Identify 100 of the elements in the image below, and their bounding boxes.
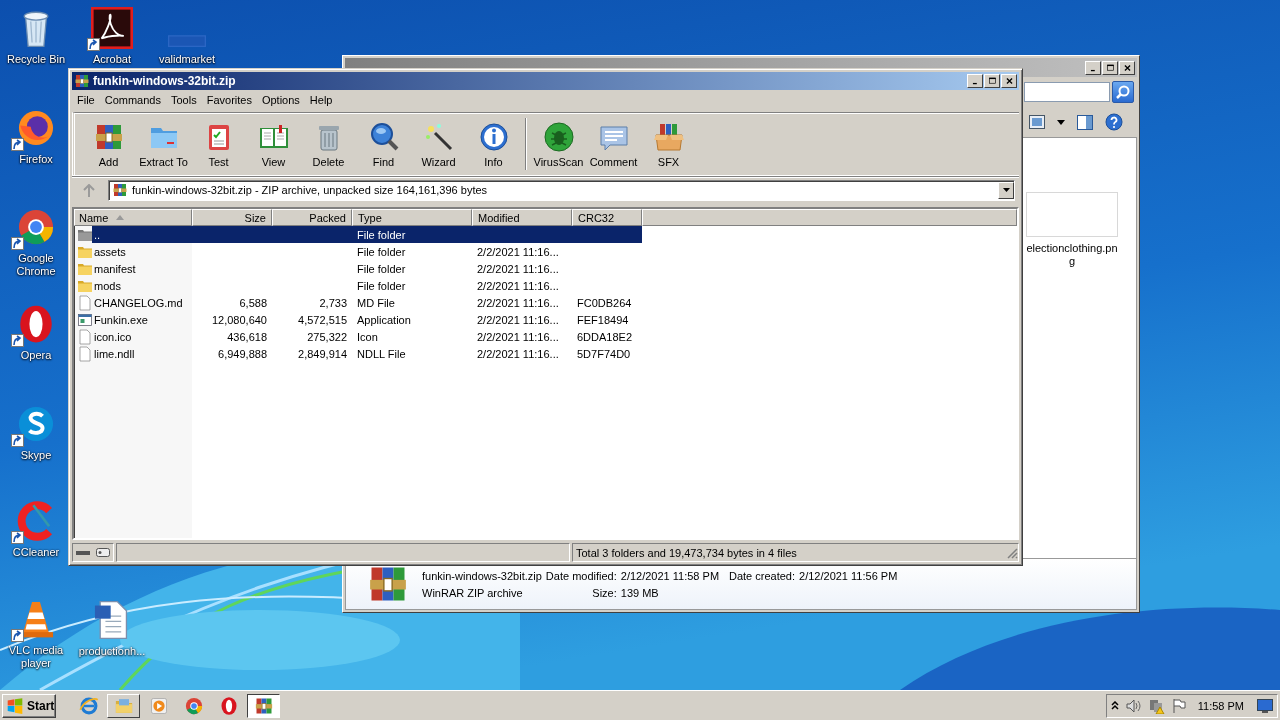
menu-item[interactable]: Options — [256, 94, 305, 106]
menu-item[interactable]: Tools — [166, 94, 202, 106]
table-cell-text: FEF18494 — [576, 312, 630, 328]
column-header[interactable]: CRC32 — [572, 209, 642, 226]
table-cell-text: 2/2/2021 11:16... — [476, 295, 560, 311]
property-label: Size: — [591, 586, 617, 599]
file-name[interactable]: manifest — [92, 260, 192, 277]
desktop-icon-label[interactable]: Acrobat — [93, 53, 131, 66]
toolbar-button[interactable]: Delete — [301, 120, 356, 168]
desktop-icon-label[interactable]: Recycle Bin — [6, 53, 66, 66]
start-button[interactable]: Start — [2, 693, 56, 718]
search-button[interactable] — [1112, 81, 1134, 103]
search-field[interactable] — [1024, 82, 1110, 102]
table-cell-text: 2/2/2021 11:16... — [476, 329, 560, 345]
column-header[interactable]: Packed — [272, 209, 352, 226]
show-desktop-icon[interactable] — [1257, 698, 1273, 713]
toolbar-button[interactable]: Test — [191, 120, 246, 168]
close-icon — [1122, 63, 1132, 72]
desktop-icon-label[interactable]: Opera — [20, 349, 52, 362]
menu-item[interactable]: Commands — [99, 94, 166, 106]
minimize-button[interactable] — [1085, 60, 1101, 75]
maximize-icon — [1105, 63, 1115, 72]
resize-grip-icon[interactable] — [1006, 546, 1018, 559]
close-icon — [1004, 77, 1014, 85]
file-icon — [77, 345, 93, 362]
property-label: Date created: — [728, 569, 796, 582]
help-icon[interactable] — [1105, 113, 1123, 131]
table-cell-text: 6,949,888 — [217, 346, 268, 362]
toolbar-button[interactable]: Info — [466, 120, 521, 168]
minimize-button[interactable] — [967, 74, 983, 88]
speaker-icon[interactable] — [1126, 698, 1142, 713]
table-cell-text: 2/2/2021 11:16... — [476, 346, 560, 362]
desktop-icon-label[interactable]: validmarket — [158, 53, 216, 66]
column-header[interactable]: Modified — [472, 209, 572, 226]
table-cell-text: File folder — [356, 244, 407, 260]
toolbar-button[interactable]: Wizard — [411, 120, 466, 168]
property-label: Date modified: — [545, 569, 617, 582]
maximize-button[interactable] — [984, 74, 1000, 88]
table-cell-text: 6,588 — [238, 295, 268, 311]
play-icon — [148, 695, 169, 716]
swirl-logo-icon[interactable] — [91, 7, 133, 49]
menu-item[interactable]: File — [72, 94, 100, 106]
archive-books-icon — [112, 182, 128, 198]
status-text: Total 3 folders and 19,473,734 bytes in 4 files — [576, 546, 797, 559]
bug-icon — [542, 120, 575, 153]
toolbar-button[interactable]: Find — [356, 120, 411, 168]
desktop-icon-label[interactable]: CCleaner — [12, 546, 60, 559]
column-header[interactable]: Type — [352, 209, 472, 226]
column-header[interactable]: Name — [74, 209, 192, 226]
file-name[interactable]: mods — [92, 277, 192, 294]
caret-icon[interactable] — [1057, 119, 1065, 125]
column-header[interactable]: Size — [192, 209, 272, 226]
file-name[interactable]: electionclothing.pn g — [1026, 242, 1118, 268]
table-cell-text: 2/2/2021 11:16... — [476, 278, 560, 294]
row-highlight[interactable]: .. File folder — [92, 226, 642, 243]
globe-logo-icon — [78, 695, 99, 716]
toolbar-button[interactable]: VirusScan — [531, 120, 586, 168]
menu-item[interactable]: Help — [304, 94, 338, 106]
toolbar-button[interactable]: Extract To — [136, 120, 191, 168]
table-cell-text: File folder — [356, 227, 407, 243]
file-name[interactable]: .. — [92, 226, 192, 243]
window-title: funkin-windows-32bit.zip — [93, 74, 237, 88]
file-name: funkin-windows-32bit.zip — [422, 569, 542, 582]
up-arrow-icon — [83, 183, 95, 197]
table-cell-text: File folder — [356, 278, 407, 294]
image-thumbnail[interactable] — [1026, 192, 1118, 237]
property-value: 2/12/2021 11:56 PM — [799, 569, 898, 582]
desktop-icon-label[interactable]: Firefox — [19, 153, 53, 166]
close-button[interactable] — [1119, 60, 1135, 75]
file-icon — [77, 328, 93, 345]
toolbar-button[interactable]: Comment — [586, 120, 641, 168]
file-name[interactable]: Funkin.exe — [92, 311, 192, 328]
path-combobox[interactable]: funkin-windows-32bit.zip - ZIP archive, unpacked size 164,161,396 bytes — [108, 179, 1015, 201]
desktop-icon-label[interactable]: Google Chrome — [0, 252, 72, 278]
file-name[interactable]: CHANGELOG.md — [92, 294, 192, 311]
views-icon[interactable] — [1029, 115, 1045, 129]
menu-item[interactable]: Favorites — [201, 94, 257, 106]
clock[interactable]: 11:58 PM — [1197, 699, 1244, 712]
application-icon — [77, 311, 93, 328]
file-name[interactable]: icon.ico — [92, 328, 192, 345]
preview-pane-icon[interactable] — [1077, 114, 1093, 130]
drive-icon — [96, 548, 110, 557]
chevron-up-icon[interactable] — [1111, 700, 1119, 711]
dropdown-button[interactable] — [998, 181, 1014, 199]
flag-icon[interactable] — [1172, 698, 1186, 713]
taskbar-button[interactable] — [247, 693, 280, 718]
maximize-button[interactable] — [1102, 60, 1118, 75]
search-icon — [1115, 84, 1131, 100]
toolbar-button[interactable]: SFX — [641, 120, 696, 168]
close-button[interactable] — [1001, 74, 1017, 88]
table-cell-text: MD File — [356, 295, 396, 311]
toolbar-button[interactable]: Add — [81, 120, 136, 168]
toolbar-button[interactable]: View — [246, 120, 301, 168]
desktop-icon-label[interactable]: Skype — [20, 449, 52, 462]
file-name[interactable]: assets — [92, 243, 192, 260]
network-icon[interactable] — [1149, 697, 1165, 714]
table-cell-text: 6DDA18E2 — [576, 329, 634, 345]
file-name[interactable]: lime.ndll — [92, 345, 192, 362]
table-cell-text: 436,618 — [226, 329, 268, 345]
table-cell-text: 2/2/2021 11:16... — [476, 261, 560, 277]
